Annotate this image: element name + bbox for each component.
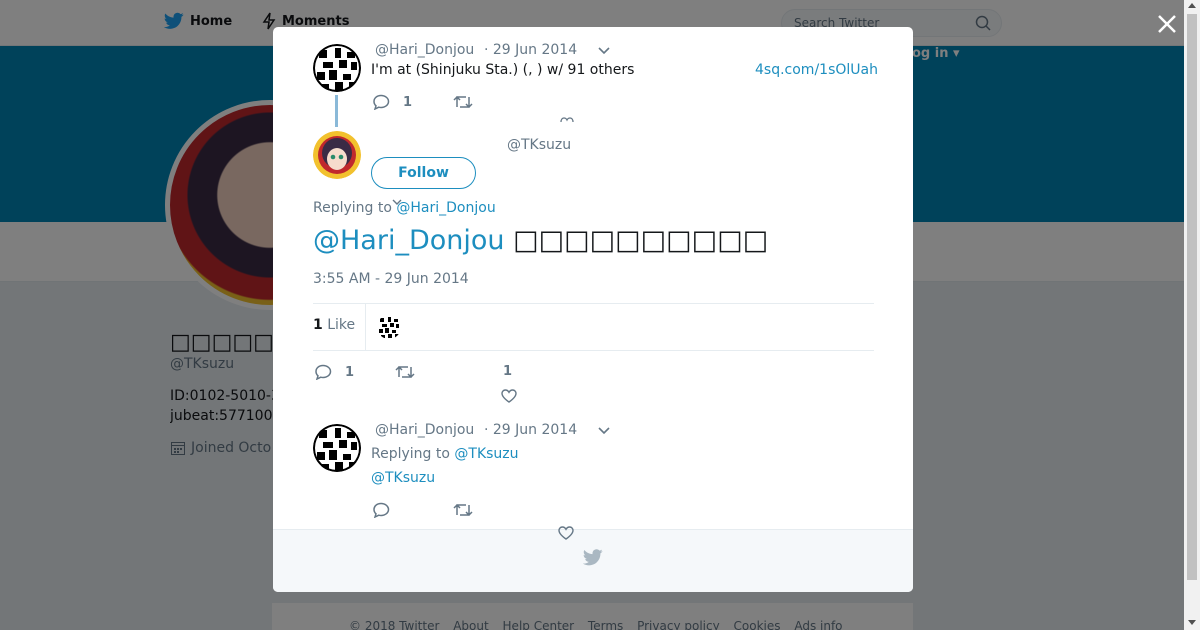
anime-avatar-image: [313, 131, 361, 179]
retweet-icon: [453, 95, 473, 109]
replying-to-prefix: Replying to: [371, 446, 450, 462]
twitter-bird-icon: [583, 549, 603, 566]
reply-action[interactable]: [373, 502, 391, 518]
reply-action[interactable]: 1: [373, 94, 412, 110]
retweet-icon: [453, 503, 473, 517]
retweet-action[interactable]: [453, 94, 473, 110]
avatar[interactable]: [313, 131, 361, 179]
close-icon: [1158, 15, 1176, 33]
main-tweet-body: □□□□□□□□□□: [513, 225, 769, 256]
main-tweet-text: @Hari_Donjou □□□□□□□□□□: [313, 225, 768, 256]
tweet-text: I'm at (Shinjuku Sta.) (, ) w/ 91 others: [371, 62, 635, 78]
mention-link[interactable]: @Hari_Donjou: [313, 225, 505, 256]
tweet-link[interactable]: 4sq.com/1sOlUah: [755, 62, 878, 78]
scroll-up-icon[interactable]: [1188, 3, 1196, 8]
checkered-avatar-image: [313, 424, 361, 472]
likes-stat-label: Like: [327, 317, 356, 333]
replying-to-link[interactable]: @Hari_Donjou: [396, 200, 495, 216]
chevron-down-icon[interactable]: [597, 426, 611, 436]
tweet-timestamp[interactable]: 3:55 AM - 29 Jun 2014: [313, 271, 469, 287]
tweet-date[interactable]: · 29 Jun 2014: [484, 42, 577, 58]
like-icon-partial[interactable]: [560, 117, 574, 123]
like-count: 1: [503, 364, 513, 379]
likes-stat[interactable]: 1 Like: [313, 317, 355, 333]
reply-count: 1: [345, 364, 355, 380]
tweet-author-handle[interactable]: @TKsuzu: [507, 137, 571, 153]
close-modal-button[interactable]: [1154, 11, 1180, 37]
reply-icon: [373, 94, 390, 110]
replying-to-link[interactable]: @TKsuzu: [454, 446, 518, 462]
retweet-action[interactable]: [395, 364, 415, 380]
replying-to-line: Replying to @TKsuzu: [371, 446, 519, 462]
avatar[interactable]: [313, 44, 361, 92]
checkered-avatar-image: [313, 44, 361, 92]
tweet-stats: 1 Like: [313, 303, 874, 351]
retweet-action[interactable]: [453, 502, 473, 518]
replying-to-line: Replying to @Hari_Donjou: [313, 200, 496, 216]
reply-icon: [315, 364, 332, 380]
chevron-down-icon[interactable]: [597, 46, 611, 56]
stats-divider: [365, 304, 366, 350]
checkered-avatar-image: [377, 315, 401, 339]
avatar[interactable]: [313, 424, 361, 472]
replying-to-prefix: Replying to: [313, 200, 392, 216]
liker-avatar[interactable]: [377, 315, 401, 339]
modal-footer: [273, 526, 913, 592]
tweet-text-mention[interactable]: @TKsuzu: [371, 470, 435, 486]
page-scrollbar[interactable]: [1184, 0, 1200, 630]
tweet-author-handle[interactable]: @Hari_Donjou: [375, 42, 474, 58]
retweet-icon: [395, 365, 415, 379]
tweet-modal: @Hari_Donjou · 29 Jun 2014 I'm at (Shinj…: [273, 27, 913, 592]
reply-icon: [373, 502, 390, 518]
heart-icon[interactable]: [501, 389, 517, 403]
scrollbar-thumb[interactable]: [1187, 14, 1197, 580]
heart-icon[interactable]: [558, 526, 574, 540]
follow-button[interactable]: Follow: [371, 157, 476, 189]
tweet-date[interactable]: · 29 Jun 2014: [484, 422, 577, 438]
likes-stat-number: 1: [313, 317, 323, 333]
scroll-down-icon[interactable]: [1188, 620, 1196, 625]
reply-count: 1: [403, 94, 413, 110]
reply-action[interactable]: 1: [315, 364, 354, 380]
thread-connector: [335, 95, 338, 127]
tweet-author-handle[interactable]: @Hari_Donjou: [375, 422, 474, 438]
